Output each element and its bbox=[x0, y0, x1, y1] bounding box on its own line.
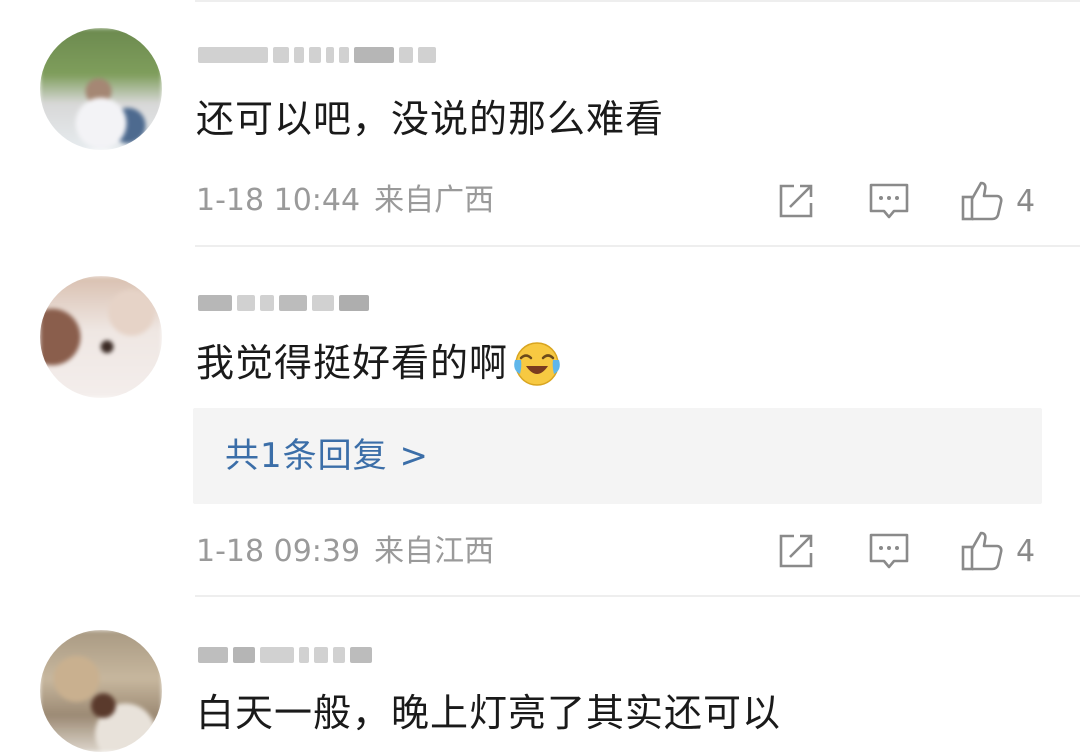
comment-item: 我觉得挺好看的啊 共1条回复 > 1-18 09:39 来自江西 4 bbox=[0, 246, 1080, 596]
comment-location: 来自广西 bbox=[374, 183, 495, 218]
comment-date: 1-18 09:39 bbox=[196, 534, 361, 569]
like-count: 4 bbox=[1016, 183, 1036, 219]
username-blurred[interactable] bbox=[198, 640, 372, 670]
like-count: 4 bbox=[1016, 533, 1036, 569]
thumbs-up-icon bbox=[961, 181, 1003, 221]
share-button[interactable] bbox=[776, 526, 816, 576]
like-button[interactable]: 4 bbox=[960, 526, 1035, 576]
reply-button[interactable] bbox=[868, 526, 910, 576]
comment-actions: 4 bbox=[770, 176, 1070, 226]
comment-text: 我觉得挺好看的啊 bbox=[196, 338, 562, 388]
comment-item: 白天一般，晚上灯亮了其实还可以 bbox=[0, 596, 1080, 756]
reply-button[interactable] bbox=[868, 176, 910, 226]
share-icon bbox=[779, 184, 813, 218]
comment-text: 白天一般，晚上灯亮了其实还可以 bbox=[196, 691, 782, 735]
share-button[interactable] bbox=[776, 176, 816, 226]
comment-text-content: 我觉得挺好看的啊 bbox=[196, 341, 509, 385]
thumbs-up-icon bbox=[961, 531, 1003, 571]
share-icon bbox=[779, 534, 813, 568]
comment-meta: 1-18 10:44 来自广西 bbox=[196, 181, 494, 221]
avatar[interactable] bbox=[40, 28, 162, 150]
comment-icon bbox=[869, 183, 909, 219]
comment-text: 还可以吧，没说的那么难看 bbox=[196, 97, 665, 141]
comment-location: 来自江西 bbox=[374, 534, 495, 569]
laughing-crying-emoji bbox=[514, 342, 560, 386]
avatar[interactable] bbox=[40, 630, 162, 752]
like-button[interactable]: 4 bbox=[960, 176, 1035, 226]
comment-meta: 1-18 09:39 来自江西 bbox=[196, 532, 494, 572]
comment-actions: 4 bbox=[770, 526, 1070, 576]
comment-date: 1-18 10:44 bbox=[196, 183, 361, 218]
avatar[interactable] bbox=[40, 276, 162, 398]
comment-item: 还可以吧，没说的那么难看 1-18 10:44 来自广西 4 bbox=[0, 0, 1080, 246]
reply-thread-box[interactable]: 共1条回复 > bbox=[193, 408, 1042, 504]
username-blurred[interactable] bbox=[198, 288, 369, 318]
view-replies-link[interactable]: 共1条回复 > bbox=[225, 432, 429, 480]
comment-icon bbox=[869, 533, 909, 569]
username-blurred[interactable] bbox=[198, 40, 436, 70]
